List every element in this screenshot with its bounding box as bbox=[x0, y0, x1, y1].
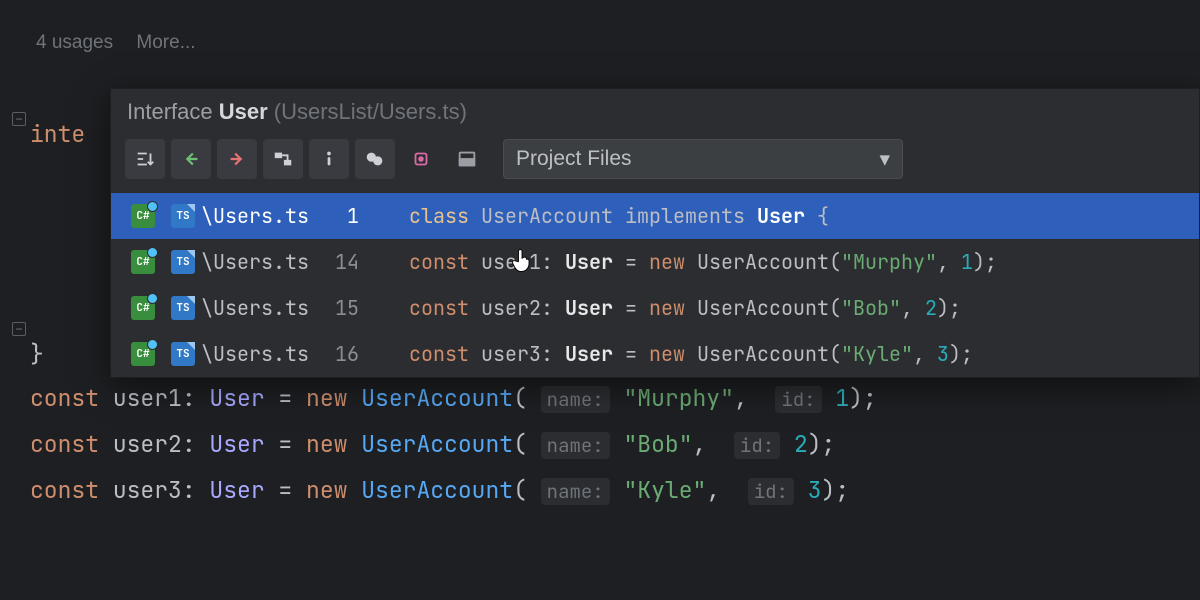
inlay-hints: 4 usages More... bbox=[36, 32, 1200, 54]
result-row[interactable]: \Users.ts 1 class UserAccount implements… bbox=[111, 193, 1199, 239]
popup-title-name: User bbox=[219, 99, 268, 124]
line-number: 1 bbox=[325, 203, 359, 229]
filter-icon[interactable] bbox=[355, 139, 395, 179]
fold-marker-icon[interactable]: − bbox=[12, 322, 26, 336]
popup-title: Interface User (UsersList/Users.ts) bbox=[111, 89, 1199, 129]
pin-icon[interactable] bbox=[401, 139, 441, 179]
file-label: \Users.ts bbox=[201, 249, 309, 275]
popup-toolbar: Project Files ▾ bbox=[111, 129, 1199, 193]
next-occurrence-icon[interactable] bbox=[217, 139, 257, 179]
code-snippet: class UserAccount implements User { bbox=[409, 203, 829, 229]
csharp-project-icon bbox=[131, 204, 155, 228]
csharp-project-icon bbox=[131, 296, 155, 320]
code-snippet: const user1: User = new UserAccount("Mur… bbox=[409, 249, 997, 275]
line-number: 14 bbox=[325, 249, 359, 275]
csharp-project-icon bbox=[131, 342, 155, 366]
code-snippet: const user2: User = new UserAccount("Bob… bbox=[409, 295, 961, 321]
popup-title-location: (UsersList/Users.ts) bbox=[274, 99, 467, 124]
closing-brace: } bbox=[30, 339, 44, 369]
results-list: \Users.ts 1 class UserAccount implements… bbox=[111, 193, 1199, 377]
file-label: \Users.ts bbox=[201, 203, 309, 229]
usages-hint[interactable]: 4 usages bbox=[36, 32, 113, 53]
scope-dropdown[interactable]: Project Files ▾ bbox=[503, 139, 903, 179]
csharp-project-icon bbox=[131, 250, 155, 274]
group-by-icon[interactable] bbox=[263, 139, 303, 179]
result-row[interactable]: \Users.ts 15 const user2: User = new Use… bbox=[111, 285, 1199, 331]
ts-file-icon bbox=[171, 296, 195, 320]
info-icon[interactable] bbox=[309, 139, 349, 179]
find-usages-popup: Interface User (UsersList/Users.ts) Proj… bbox=[110, 88, 1200, 378]
fold-marker-icon[interactable]: − bbox=[12, 112, 26, 126]
more-hint[interactable]: More... bbox=[136, 32, 195, 53]
prev-occurrence-icon[interactable] bbox=[171, 139, 211, 179]
file-label: \Users.ts bbox=[201, 295, 309, 321]
result-row[interactable]: \Users.ts 14 const user1: User = new Use… bbox=[111, 239, 1199, 285]
file-label: \Users.ts bbox=[201, 341, 309, 367]
line-number: 15 bbox=[325, 295, 359, 321]
chevron-down-icon: ▾ bbox=[879, 147, 890, 172]
settings-toggle-icon[interactable] bbox=[125, 139, 165, 179]
scope-label: Project Files bbox=[516, 147, 632, 171]
line-number: 16 bbox=[325, 341, 359, 367]
popup-title-prefix: Interface bbox=[127, 99, 219, 124]
keyword-interface: inte bbox=[30, 119, 85, 149]
code-snippet: const user3: User = new UserAccount("Kyl… bbox=[409, 341, 973, 367]
ts-file-icon bbox=[171, 342, 195, 366]
ts-file-icon bbox=[171, 204, 195, 228]
result-row[interactable]: \Users.ts 16 const user3: User = new Use… bbox=[111, 331, 1199, 377]
ts-file-icon bbox=[171, 250, 195, 274]
open-in-toolwindow-icon[interactable] bbox=[447, 139, 487, 179]
